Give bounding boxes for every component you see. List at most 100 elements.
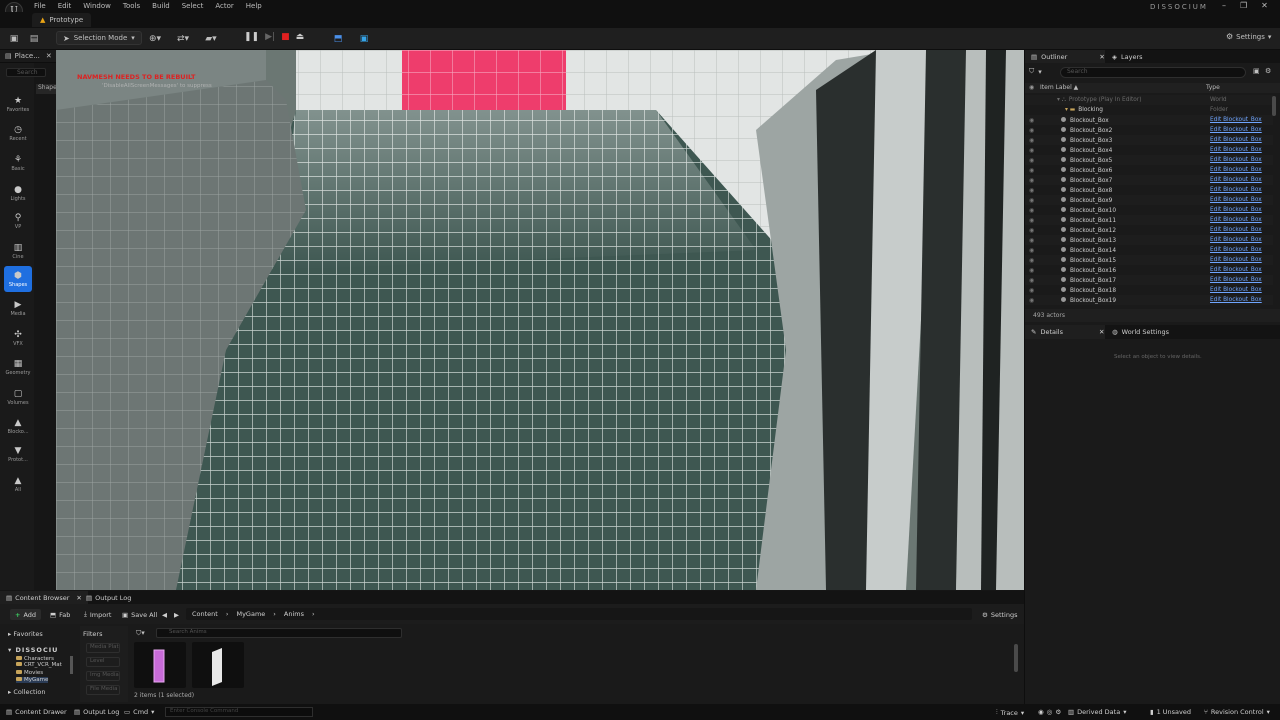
actor-type-link[interactable]: Edit Blockout_Box xyxy=(1210,147,1262,153)
category-cine[interactable]: ▥ Cine xyxy=(4,238,32,264)
outliner-row[interactable]: ◉ Blockout_Box2 Edit Blockout_Box xyxy=(1025,125,1273,135)
save-all-button[interactable]: ▣ Save All xyxy=(122,609,157,620)
outliner-row[interactable]: ◉ Blockout_Box Edit Blockout_Box xyxy=(1025,115,1273,125)
category-lights[interactable]: ● Lights xyxy=(4,180,32,206)
eye-icon[interactable]: ◉ xyxy=(1029,237,1034,244)
category-recent[interactable]: ◷ Recent xyxy=(4,120,32,146)
favorites-section[interactable]: ▸ Favorites xyxy=(8,630,43,638)
maximize-icon[interactable]: ❐ xyxy=(1240,1,1247,10)
outliner-row[interactable]: ◉ Blockout_Box11 Edit Blockout_Box xyxy=(1025,215,1273,225)
collections-section[interactable]: ▸ Collection xyxy=(8,688,46,696)
filter-media-plat[interactable]: Media Plat xyxy=(86,643,120,653)
menu-window[interactable]: Window xyxy=(83,2,111,10)
content-icon[interactable]: ▤ xyxy=(28,33,40,45)
actor-type-link[interactable]: Edit Blockout_Box xyxy=(1210,117,1262,123)
category-media[interactable]: ▶ Media xyxy=(4,295,32,321)
actor-type-link[interactable]: Edit Blockout_Box xyxy=(1210,177,1262,183)
category-basic[interactable]: ⚘ Basic xyxy=(4,150,32,176)
history-forward-icon[interactable]: ▶ xyxy=(174,609,179,620)
eye-icon[interactable]: ◉ xyxy=(1029,127,1034,134)
asset-thumbnail-pink[interactable] xyxy=(134,642,186,688)
tab-layers[interactable]: ◈ Layers xyxy=(1106,50,1149,63)
eye-icon[interactable]: ◉ xyxy=(1029,157,1034,164)
eye-icon[interactable]: ◉ xyxy=(1029,197,1034,204)
actor-type-link[interactable]: Edit Blockout_Box xyxy=(1210,137,1262,143)
outliner-row[interactable]: ◉ Blockout_Box10 Edit Blockout_Box xyxy=(1025,205,1273,215)
revision-control-button[interactable]: ⑂ Revision Control ▾ xyxy=(1204,708,1270,716)
actor-type-link[interactable]: Edit Blockout_Box xyxy=(1210,157,1262,163)
breadcrumb-anims[interactable]: Anims xyxy=(284,610,304,618)
outliner-search-input[interactable]: Search xyxy=(1060,67,1246,78)
fab-button[interactable]: ⬒ Fab xyxy=(50,609,70,620)
eye-icon[interactable]: ◉ xyxy=(1029,167,1034,174)
actor-type-link[interactable]: Edit Blockout_Box xyxy=(1210,187,1262,193)
gear-icon[interactable]: ⚙ xyxy=(1265,67,1271,75)
menu-help[interactable]: Help xyxy=(246,2,262,10)
cinematics-icon[interactable]: ▰▾ xyxy=(202,33,220,45)
outliner-row[interactable]: ◉ Blockout_Box3 Edit Blockout_Box xyxy=(1025,135,1273,145)
actor-type-link[interactable]: Edit Blockout_Box xyxy=(1210,237,1262,243)
category-all[interactable]: ▲ All xyxy=(4,471,32,497)
eye-icon[interactable]: ◉ xyxy=(1029,147,1034,154)
place-actors-search[interactable]: Search xyxy=(6,68,46,77)
tab-world-settings[interactable]: ◍ World Settings xyxy=(1106,325,1175,339)
menu-edit[interactable]: Edit xyxy=(58,2,72,10)
level-viewport[interactable] xyxy=(56,50,1024,590)
folder-movies[interactable]: Movies xyxy=(16,670,43,676)
outliner-scrollbar[interactable] xyxy=(1272,96,1276,116)
record-icon[interactable]: ◉ xyxy=(1038,708,1044,716)
tab-details[interactable]: ✎ Details ✕ xyxy=(1025,325,1105,339)
category-blocko[interactable]: ▲ Blocko... xyxy=(4,413,32,439)
menu-build[interactable]: Build xyxy=(152,2,170,10)
toolbar-settings-button[interactable]: ⚙ Settings ▾ xyxy=(1226,32,1271,41)
actor-type-link[interactable]: Edit Blockout_Box xyxy=(1210,287,1262,293)
content-drawer-button[interactable]: ▤ Content Drawer xyxy=(6,708,67,716)
eye-icon[interactable]: ◉ xyxy=(1029,117,1034,124)
actor-type-link[interactable]: Edit Blockout_Box xyxy=(1210,207,1262,213)
cmd-dropdown[interactable]: ▭ Cmd ▾ xyxy=(124,708,154,716)
folder-mygame[interactable]: MyGame xyxy=(16,677,49,683)
blueprint-icon[interactable]: ⇄▾ xyxy=(174,33,192,45)
actor-type-link[interactable]: Edit Blockout_Box xyxy=(1210,257,1262,263)
asset-thumbnail-white[interactable] xyxy=(192,642,244,688)
selection-mode-dropdown[interactable]: ➤ Selection Mode ▾ xyxy=(56,31,142,45)
outliner-row[interactable]: ◉ Blockout_Box17 Edit Blockout_Box xyxy=(1025,275,1273,285)
add-button[interactable]: + Add xyxy=(10,609,42,620)
eye-icon[interactable]: ◉ xyxy=(1029,217,1034,224)
eye-icon[interactable]: ◉ xyxy=(1029,177,1034,184)
pause-icon[interactable]: ❚❚ xyxy=(244,32,259,42)
project-section[interactable]: ▾ DISSOCIU xyxy=(8,646,58,654)
asset-search-input[interactable]: Search Anims xyxy=(156,628,402,638)
stop-icon[interactable]: ■ xyxy=(281,32,290,42)
menu-tools[interactable]: Tools xyxy=(123,2,140,10)
outliner-row[interactable]: ◉ Blockout_Box14 Edit Blockout_Box xyxy=(1025,245,1273,255)
eye-icon[interactable]: ◉ xyxy=(1029,137,1034,144)
filter-level[interactable]: Level xyxy=(86,657,120,667)
close-icon[interactable]: ✕ xyxy=(1099,328,1104,336)
category-favorites[interactable]: ★ Favorites xyxy=(4,91,32,117)
tree-row-folder[interactable]: ▾ ▬ Blocking Folder xyxy=(1025,105,1273,115)
column-type[interactable]: Type xyxy=(1206,84,1220,91)
eye-icon[interactable]: ◉ xyxy=(1029,257,1034,264)
unsaved-button[interactable]: ▮ 1 Unsaved xyxy=(1150,708,1191,716)
outliner-row[interactable]: ◉ Blockout_Box18 Edit Blockout_Box xyxy=(1025,285,1273,295)
tab-output-log[interactable]: ▤ Output Log xyxy=(80,591,137,604)
outliner-filter-button[interactable]: ⛉ ▾ xyxy=(1029,67,1042,76)
outliner-row[interactable]: ◉ Blockout_Box15 Edit Blockout_Box xyxy=(1025,255,1273,265)
actor-type-link[interactable]: Edit Blockout_Box xyxy=(1210,297,1262,303)
breadcrumb-content[interactable]: Content xyxy=(192,610,218,618)
actor-type-link[interactable]: Edit Blockout_Box xyxy=(1210,247,1262,253)
close-icon[interactable]: ✕ xyxy=(46,52,52,60)
eye-icon[interactable]: ◉ xyxy=(1029,84,1034,91)
category-protot[interactable]: ▼ Protot... xyxy=(4,441,32,467)
eye-icon[interactable]: ◉ xyxy=(1029,207,1034,214)
save-icon[interactable]: ▣ xyxy=(8,33,20,45)
actor-type-link[interactable]: Edit Blockout_Box xyxy=(1210,267,1262,273)
cb-settings-button[interactable]: ⚙ Settings xyxy=(982,609,1018,620)
category-geometry[interactable]: ▦ Geometry xyxy=(4,354,32,380)
eye-icon[interactable]: ◉ xyxy=(1029,277,1034,284)
outliner-row[interactable]: ◉ Blockout_Box9 Edit Blockout_Box xyxy=(1025,195,1273,205)
close-icon[interactable]: ✕ xyxy=(1099,53,1104,61)
outliner-row[interactable]: ◉ Blockout_Box13 Edit Blockout_Box xyxy=(1025,235,1273,245)
tab-outliner[interactable]: ▤ Outliner ✕ xyxy=(1025,50,1105,63)
